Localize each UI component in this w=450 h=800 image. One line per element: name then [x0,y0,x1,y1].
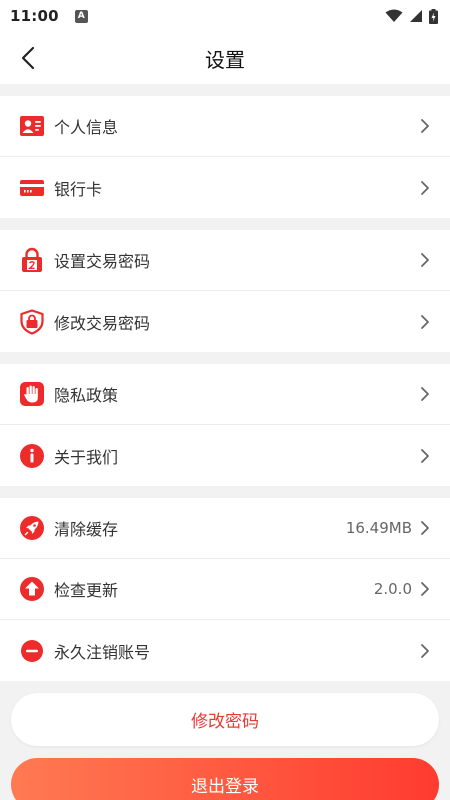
settings-item-privacy-policy[interactable]: 隐私政策 [0,364,450,425]
status-time: 11:00 [10,7,59,25]
rocket-icon [19,515,45,541]
minus-circle-icon [19,638,45,664]
status-indicators [385,8,438,24]
chevron-right-icon [420,314,432,330]
chevron-right-icon [420,448,432,464]
cache-size-value: 16.49MB [345,519,412,537]
status-bar: 11:00 A [0,0,450,32]
app-version-value: 2.0.0 [373,580,412,598]
settings-item-label: 清除缓存 [54,520,119,539]
settings-item-label: 关于我们 [54,447,119,467]
wifi-icon [385,9,403,22]
settings-group-trade-password: 设置交易密码 修改交易密码 [0,230,450,352]
settings-item-label: 个人信息 [54,118,119,137]
cell-signal-icon [410,10,422,22]
chevron-right-icon [420,520,432,536]
settings-item-label: 修改交易密码 [54,313,151,333]
settings-item-delete-account[interactable]: 永久注销账号 [0,620,450,681]
id-card-icon [19,113,45,139]
hand-icon [19,381,45,407]
settings-item-label: 检查更新 [54,581,119,600]
settings-group-about: 隐私政策 关于我们 [0,364,450,486]
settings-item-label: 永久注销账号 [54,642,151,662]
header: 设置 [0,32,450,84]
settings-item-change-trade-password[interactable]: 修改交易密码 [0,291,450,352]
action-buttons: 修改密码 退出登录 [0,681,450,800]
chevron-right-icon [420,581,432,597]
chevron-right-icon [420,118,432,134]
shield-lock-icon [19,308,45,335]
settings-item-clear-cache[interactable]: 清除缓存 16.49MB [0,498,450,559]
page-title: 设置 [205,47,245,72]
bank-card-icon [19,175,45,201]
settings-group-system: 清除缓存 16.49MB 检查更新 2.0.0 永久注销账号 [0,498,450,681]
settings-item-bank-card[interactable]: 银行卡 [0,157,450,218]
settings-item-about-us[interactable]: 关于我们 [0,425,450,486]
info-icon [19,443,45,469]
settings-item-label: 设置交易密码 [54,252,151,271]
chevron-right-icon [420,643,432,659]
battery-icon [429,8,438,24]
settings-item-label: 银行卡 [54,179,103,199]
chevron-right-icon [420,252,432,268]
chevron-right-icon [420,180,432,196]
back-button[interactable] [12,42,44,74]
settings-item-check-update[interactable]: 检查更新 2.0.0 [0,559,450,620]
chevron-right-icon [420,386,432,402]
header-gap [0,84,450,96]
settings-item-set-trade-password[interactable]: 设置交易密码 [0,230,450,291]
settings-item-label: 隐私政策 [54,386,119,405]
settings-group-account: 个人信息 银行卡 [0,96,450,218]
change-password-button[interactable]: 修改密码 [11,693,439,746]
settings-item-personal-info[interactable]: 个人信息 [0,96,450,157]
chevron-left-icon [21,46,35,70]
notification-a-icon: A [74,9,88,23]
padlock-icon [19,247,45,273]
upload-arrow-icon [19,576,45,602]
logout-button[interactable]: 退出登录 [11,758,439,800]
